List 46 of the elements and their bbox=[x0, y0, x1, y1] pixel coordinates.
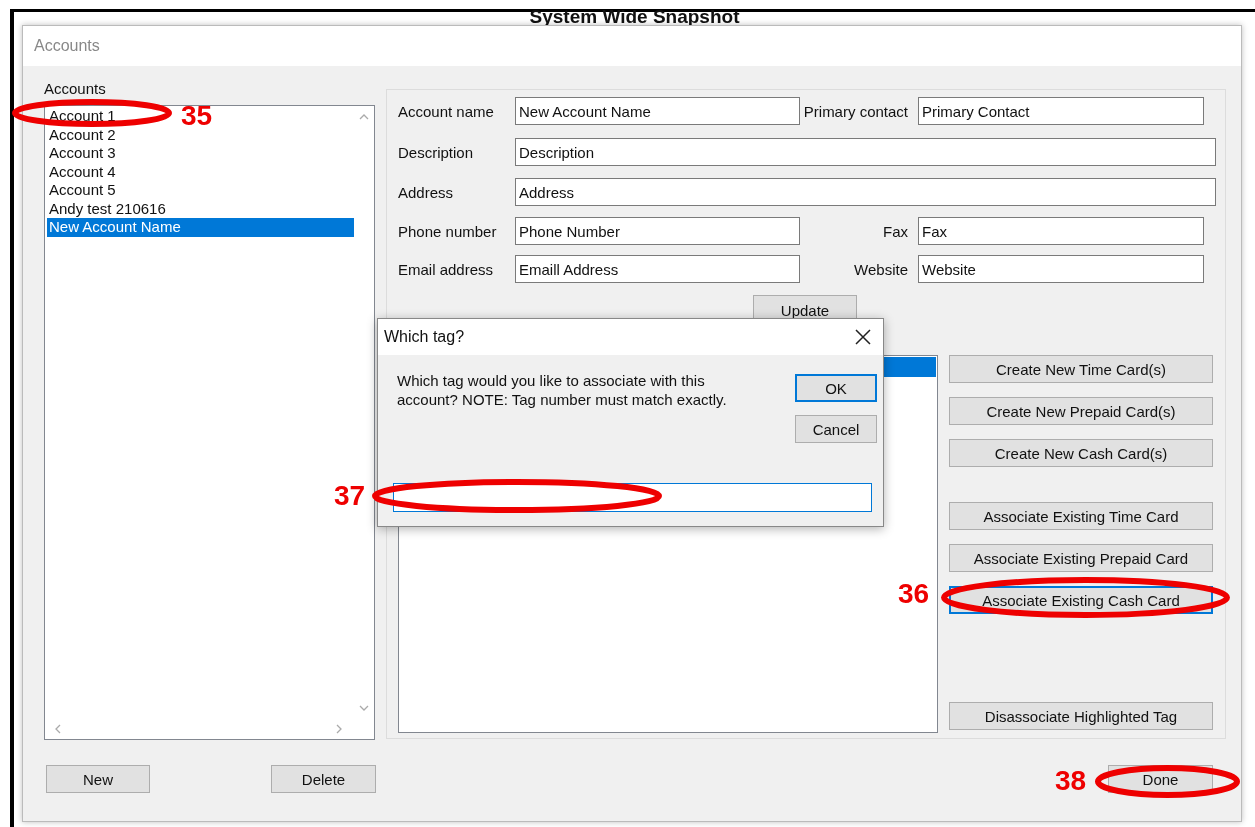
close-icon[interactable] bbox=[855, 329, 871, 345]
text-field[interactable]: Fax bbox=[918, 217, 1204, 245]
card-action-button[interactable]: Create New Time Card(s) bbox=[949, 355, 1213, 383]
account-item[interactable]: Account 5 bbox=[47, 181, 116, 200]
accounts-label: Accounts bbox=[44, 80, 107, 97]
text-field[interactable]: Website bbox=[918, 255, 1204, 283]
field-label: Website bbox=[853, 260, 909, 278]
card-action-button[interactable]: Create New Prepaid Card(s) bbox=[949, 397, 1213, 425]
field-label: Phone number bbox=[398, 222, 498, 240]
scroll-down-icon[interactable] bbox=[359, 703, 369, 713]
annotation-number: 37 bbox=[334, 481, 366, 511]
dialog-title: Which tag? bbox=[384, 328, 465, 346]
card-action-button[interactable]: Disassociate Highlighted Tag bbox=[949, 702, 1213, 730]
text-field[interactable]: Phone Number bbox=[515, 217, 800, 245]
card-action-button[interactable]: Associate Existing Time Card bbox=[949, 502, 1213, 530]
field-label: Fax bbox=[882, 222, 909, 240]
new-button[interactable]: New bbox=[46, 765, 150, 793]
annotation-number: 35 bbox=[181, 101, 213, 131]
scroll-right-icon[interactable] bbox=[334, 724, 344, 734]
card-action-button[interactable]: Create New Cash Card(s) bbox=[949, 439, 1213, 467]
scroll-left-icon[interactable] bbox=[53, 724, 63, 734]
field-label: Primary contact bbox=[802, 102, 909, 120]
account-item[interactable]: Account 2 bbox=[47, 125, 116, 144]
card-action-button[interactable]: Associate Existing Prepaid Card bbox=[949, 544, 1213, 572]
background-heading: System Wide Snapshot bbox=[529, 6, 740, 27]
cancel-button[interactable]: Cancel bbox=[795, 415, 877, 443]
account-item[interactable]: Account 4 bbox=[47, 162, 116, 181]
text-field[interactable]: Emaill Address bbox=[515, 255, 800, 283]
scroll-up-icon[interactable] bbox=[359, 112, 369, 122]
field-label: Address bbox=[398, 183, 455, 201]
text-field[interactable]: Description bbox=[515, 138, 1216, 166]
delete-button[interactable]: Delete bbox=[271, 765, 376, 793]
field-label: Email address bbox=[398, 260, 495, 278]
window-title: Accounts bbox=[34, 37, 100, 55]
annotation-number: 38 bbox=[1055, 766, 1087, 796]
annotation-number: 36 bbox=[898, 579, 930, 609]
text-field[interactable]: New Account Name bbox=[515, 97, 800, 125]
field-label: Account name bbox=[398, 102, 495, 120]
account-item[interactable]: New Account Name bbox=[47, 218, 354, 237]
dialog-message: Which tag would you like to associate with this account? NOTE: Tag number must match exactly. bbox=[397, 371, 728, 410]
text-field[interactable]: Address bbox=[515, 178, 1216, 206]
account-item[interactable]: Account 3 bbox=[47, 144, 116, 163]
account-item[interactable]: Andy test 210616 bbox=[47, 199, 166, 218]
ok-button[interactable]: OK bbox=[795, 374, 877, 402]
text-field[interactable]: Primary Contact bbox=[918, 97, 1204, 125]
field-label: Description bbox=[398, 143, 475, 161]
